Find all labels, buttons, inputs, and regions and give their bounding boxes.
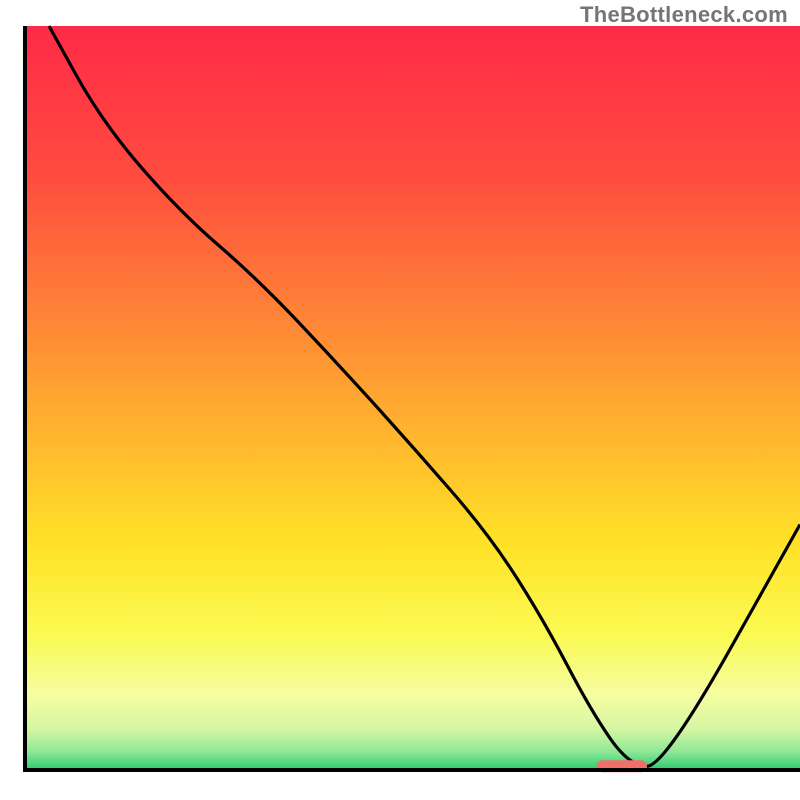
bottleneck-curve-chart (0, 0, 800, 800)
plot-gradient-background (25, 26, 800, 770)
attribution-watermark: TheBottleneck.com (580, 2, 788, 28)
